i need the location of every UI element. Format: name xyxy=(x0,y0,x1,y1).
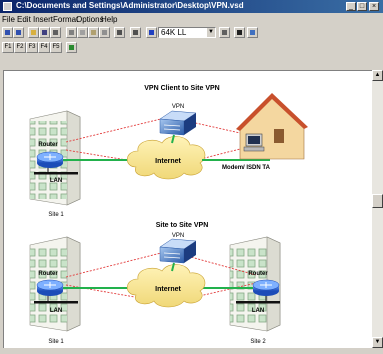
f3-button[interactable]: F3 xyxy=(26,42,38,53)
router-2 xyxy=(36,279,64,296)
router-label-1: Router xyxy=(38,142,58,148)
internet-label-2: Internet xyxy=(155,286,181,293)
undo-icon[interactable] xyxy=(99,27,110,38)
menu-format[interactable]: Format xyxy=(53,14,78,25)
zoom-value: 64K LL xyxy=(161,28,187,37)
menu-edit[interactable]: Edit xyxy=(17,14,31,25)
cut-icon[interactable] xyxy=(66,27,77,38)
lan-bar-1 xyxy=(34,172,78,175)
print-icon[interactable] xyxy=(50,27,61,38)
menu-file[interactable]: File xyxy=(2,14,15,25)
line-color-icon[interactable] xyxy=(146,27,157,38)
monitor-icon[interactable] xyxy=(247,27,258,38)
f5-button[interactable]: F5 xyxy=(50,42,62,53)
router-1 xyxy=(36,151,64,168)
horizontal-scrollbar[interactable] xyxy=(3,348,372,354)
router-label-2: Router xyxy=(38,271,58,277)
lan-label-1: LAN xyxy=(50,178,62,184)
pointer-icon[interactable] xyxy=(114,27,125,38)
function-key-toolbar: F1 F2 F3 F4 F5 xyxy=(0,42,383,54)
house-icon xyxy=(236,93,308,160)
maximize-button[interactable]: □ xyxy=(357,2,367,11)
internet-label-1: Internet xyxy=(155,158,181,165)
menu-bar: File Edit Insert Format Options Help xyxy=(0,14,383,25)
lan-bar-2 xyxy=(34,301,78,304)
vertical-scrollbar[interactable]: ▲ ▼ xyxy=(372,70,383,348)
scroll-down-icon[interactable]: ▼ xyxy=(372,337,383,348)
paste-icon[interactable] xyxy=(88,27,99,38)
zoom-select[interactable]: 64K LL ▼ xyxy=(158,27,216,38)
site-label-1: Site 1 xyxy=(48,212,64,218)
menu-help[interactable]: Help xyxy=(101,14,117,25)
vpn-device-1 xyxy=(159,110,197,136)
diagram1-title: VPN Client to Site VPN xyxy=(144,85,219,92)
back-icon[interactable] xyxy=(2,27,13,38)
app-icon xyxy=(3,2,12,11)
chevron-down-icon[interactable]: ▼ xyxy=(207,28,215,37)
scroll-up-icon[interactable]: ▲ xyxy=(372,70,383,81)
diagram2-title: Site to Site VPN xyxy=(156,222,209,229)
router-3 xyxy=(252,279,280,296)
vpn-label-2: VPN xyxy=(172,233,184,239)
lan-bar-3 xyxy=(236,301,280,304)
close-button[interactable]: × xyxy=(369,2,379,11)
minimize-button[interactable]: _ xyxy=(346,2,356,11)
title-bar: C:\Documents and Settings\Administrator\… xyxy=(0,0,383,13)
binoculars-icon[interactable] xyxy=(234,27,245,38)
standard-toolbar: 64K LL ▼ xyxy=(0,26,383,39)
open-icon[interactable] xyxy=(28,27,39,38)
site-label-2-left: Site 1 xyxy=(48,339,64,345)
router-label-3: Router xyxy=(248,271,268,277)
scroll-thumb[interactable] xyxy=(372,194,383,208)
text-tool-icon[interactable] xyxy=(130,27,141,38)
menu-insert[interactable]: Insert xyxy=(33,14,53,25)
forward-icon[interactable] xyxy=(13,27,24,38)
vpn-label-1: VPN xyxy=(172,104,184,110)
shadow-icon[interactable] xyxy=(219,27,230,38)
window-title: C:\Documents and Settings\Administrator\… xyxy=(16,1,244,10)
vpn-device-2 xyxy=(159,238,197,264)
modem-label: Modem/ ISDN TA xyxy=(222,165,271,171)
site-label-2-right: Site 2 xyxy=(250,339,266,345)
layout-icon[interactable] xyxy=(66,42,77,53)
menu-options[interactable]: Options xyxy=(76,14,104,25)
f1-button[interactable]: F1 xyxy=(2,42,14,53)
drawing-canvas[interactable]: VPN Client to Site VPN LAN Router Intern… xyxy=(3,70,372,348)
lan-label-3: LAN xyxy=(252,308,264,314)
f4-button[interactable]: F4 xyxy=(38,42,50,53)
lan-label-2: LAN xyxy=(50,308,62,314)
f2-button[interactable]: F2 xyxy=(14,42,26,53)
network-diagram: VPN Client to Site VPN LAN Router Intern… xyxy=(29,85,308,345)
save-icon[interactable] xyxy=(39,27,50,38)
copy-icon[interactable] xyxy=(77,27,88,38)
